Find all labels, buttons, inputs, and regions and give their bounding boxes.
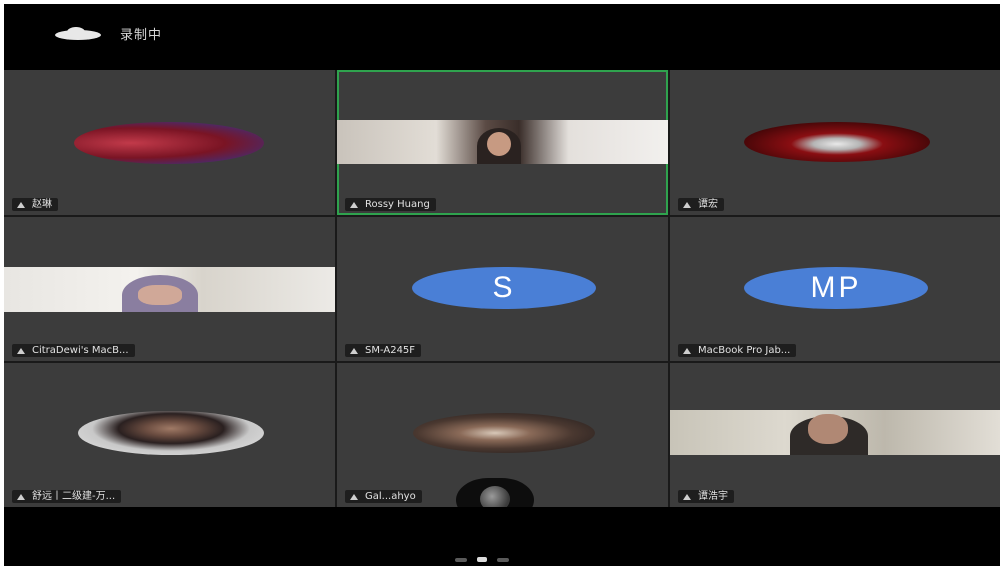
meeting-screen: 录制中 赵琳 Rossy Huang 谭宏 CitraDewi's MacB..…: [4, 4, 1000, 566]
participant-nameplate: Rossy Huang: [345, 198, 436, 211]
participant-name: CitraDewi's MacB...: [32, 345, 129, 356]
mic-muted-icon: [683, 493, 691, 500]
participant-video: [4, 267, 335, 312]
participant-tile[interactable]: MP MacBook Pro Jab...: [670, 217, 1000, 361]
participant-nameplate: SM-A245F: [345, 344, 422, 357]
participant-nameplate: MacBook Pro Jab...: [678, 344, 797, 357]
participant-tile[interactable]: S SM-A245F: [337, 217, 668, 361]
mic-muted-icon: [17, 201, 25, 208]
participant-tile[interactable]: 谭浩宇: [670, 363, 1000, 507]
participant-name: SM-A245F: [365, 345, 416, 356]
mic-muted-icon: [350, 201, 358, 208]
participant-tile[interactable]: 谭宏: [670, 70, 1000, 215]
page-dot-current[interactable]: [477, 557, 487, 562]
participant-name: 谭浩宇: [698, 491, 728, 502]
bottom-bar: [4, 507, 1000, 566]
cloud-recording-icon: [55, 27, 101, 40]
mic-muted-icon: [683, 201, 691, 208]
participant-nameplate: 舒远丨二级建-万...: [12, 490, 122, 503]
participant-nameplate: CitraDewi's MacB...: [12, 344, 135, 357]
participant-initials-avatar: MP: [744, 267, 928, 309]
participant-name: Rossy Huang: [365, 199, 430, 210]
mic-muted-icon: [17, 493, 25, 500]
participant-avatar: [413, 413, 595, 453]
participant-avatar: [74, 122, 264, 164]
participant-tile-active-speaker[interactable]: Rossy Huang: [337, 70, 668, 215]
recording-status-text: 录制中: [120, 28, 163, 43]
participant-name: 谭宏: [698, 199, 718, 210]
page-dot[interactable]: [497, 557, 509, 562]
participant-nameplate: 赵琳: [12, 198, 58, 211]
participant-video: [670, 410, 1000, 455]
mic-muted-icon: [350, 493, 358, 500]
mic-muted-icon: [350, 347, 358, 354]
participant-nameplate: Gal...ahyo: [345, 490, 422, 503]
participant-nameplate: 谭浩宇: [678, 490, 734, 503]
mic-muted-icon: [683, 347, 691, 354]
page-dot[interactable]: [455, 557, 467, 562]
video-grid: 赵琳 Rossy Huang 谭宏 CitraDewi's MacB... S …: [4, 70, 1000, 507]
mic-muted-icon: [17, 347, 25, 354]
participant-name: MacBook Pro Jab...: [698, 345, 791, 356]
participant-name: 舒远丨二级建-万...: [32, 491, 116, 502]
top-status-bar: 录制中: [4, 4, 1000, 70]
participant-name: 赵琳: [32, 199, 52, 210]
participant-avatar: [78, 411, 264, 455]
participant-tile[interactable]: 舒远丨二级建-万...: [4, 363, 335, 507]
participant-initials-avatar: S: [412, 267, 596, 309]
participant-nameplate: 谭宏: [678, 198, 724, 211]
participant-tile[interactable]: 赵琳: [4, 70, 335, 215]
participant-avatar: [744, 122, 930, 162]
participant-tile[interactable]: CitraDewi's MacB...: [4, 217, 335, 361]
participant-name: Gal...ahyo: [365, 491, 416, 502]
page-indicator[interactable]: [455, 557, 509, 562]
participant-video: [337, 120, 668, 164]
